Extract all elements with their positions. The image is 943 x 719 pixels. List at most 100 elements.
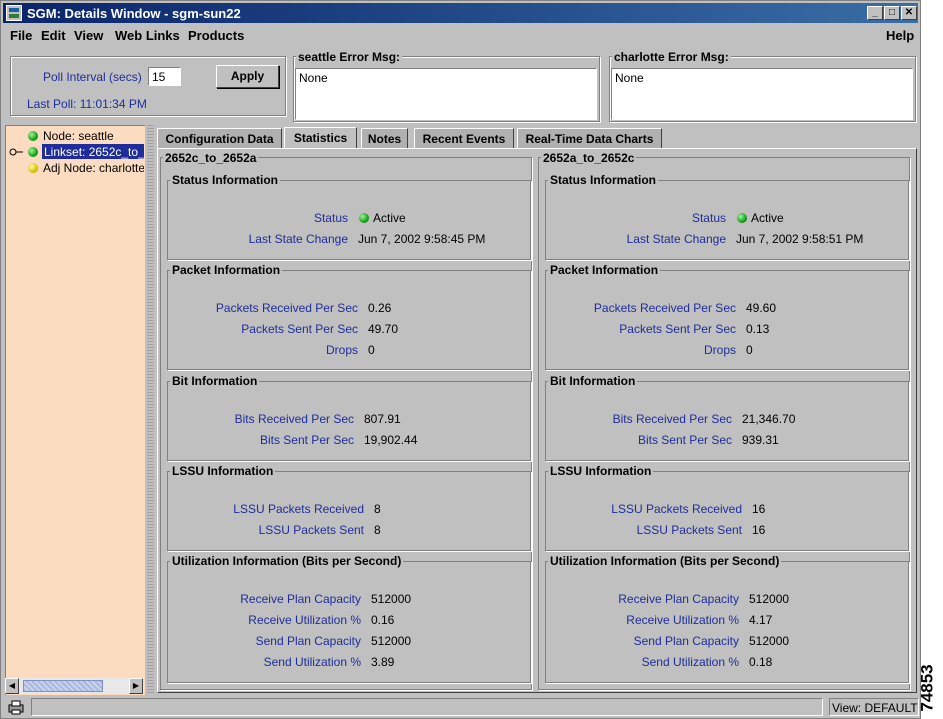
lssu-received-value: 16 xyxy=(752,502,766,516)
minimize-button[interactable]: _ xyxy=(867,6,883,20)
charlotte-error-title: charlotte Error Msg: xyxy=(612,50,731,64)
send-utilization-value: 0.18 xyxy=(749,655,773,669)
scroll-right-icon[interactable]: ▶ xyxy=(129,678,143,694)
tab-real-time-data-charts[interactable]: Real-Time Data Charts xyxy=(517,128,662,148)
packets-sent-label: Packets Sent Per Sec xyxy=(241,322,358,336)
status-section: Status Information Status Active Last St… xyxy=(545,173,909,260)
last-state-change-label: Last State Change xyxy=(626,232,726,246)
scroll-left-icon[interactable]: ◀ xyxy=(5,678,19,694)
tab-notes[interactable]: Notes xyxy=(361,128,408,148)
tab-recent-events[interactable]: Recent Events xyxy=(414,128,514,148)
poll-interval-input[interactable] xyxy=(148,67,181,86)
charlotte-error-text: None xyxy=(611,68,913,120)
receive-plan-capacity-label: Receive Plan Capacity xyxy=(618,592,739,606)
receive-utilization-value: 4.17 xyxy=(749,613,773,627)
printer-icon[interactable] xyxy=(7,699,25,715)
send-utilization-value: 3.89 xyxy=(371,655,395,669)
receive-plan-capacity-label: Receive Plan Capacity xyxy=(240,592,361,606)
status-value: Active xyxy=(751,211,784,225)
drops-value: 0 xyxy=(368,343,375,357)
bits-received-label: Bits Received Per Sec xyxy=(234,412,354,426)
lssu-received-label: LSSU Packets Received xyxy=(233,502,364,516)
lssu-section: LSSU Information LSSU Packets Received 8… xyxy=(167,464,531,551)
tree-connector-icon xyxy=(9,148,23,156)
status-bar: View: DEFAULT xyxy=(3,696,919,718)
status-dot-icon xyxy=(28,131,38,141)
link-panel-left: 2652c_to_2652a Status Information Status… xyxy=(160,151,532,690)
bits-received-label: Bits Received Per Sec xyxy=(612,412,732,426)
maximize-button[interactable]: □ xyxy=(884,6,900,20)
menu-file[interactable]: File xyxy=(10,28,32,43)
tree-item-adj-node-charlotte[interactable]: Adj Node: charlotte xyxy=(6,160,144,176)
packets-sent-value: 49.70 xyxy=(368,322,399,336)
receive-plan-capacity-value: 512000 xyxy=(371,592,412,606)
lssu-section: LSSU Information LSSU Packets Received 1… xyxy=(545,464,909,551)
packets-received-label: Packets Received Per Sec xyxy=(215,301,358,315)
lssu-received-value: 8 xyxy=(374,502,381,516)
drops-label: Drops xyxy=(325,343,358,357)
drops-value: 0 xyxy=(746,343,753,357)
packets-received-value: 0.26 xyxy=(368,301,392,315)
navigation-tree: Node: seattle Linkset: 2652c_to_ Adj Nod… xyxy=(5,125,145,695)
link-name: 2652c_to_2652a xyxy=(163,151,259,165)
status-message-field xyxy=(31,698,823,716)
tab-configuration-data[interactable]: Configuration Data xyxy=(157,128,282,148)
send-plan-capacity-label: Send Plan Capacity xyxy=(255,634,361,648)
status-label: Status xyxy=(313,211,348,225)
drops-label: Drops xyxy=(703,343,736,357)
utilization-section: Utilization Information (Bits per Second… xyxy=(167,554,531,683)
menu-products[interactable]: Products xyxy=(188,28,244,43)
lssu-sent-value: 8 xyxy=(374,523,381,537)
packet-section: Packet Information Packets Received Per … xyxy=(545,263,909,370)
packets-received-value: 49.60 xyxy=(746,301,777,315)
bits-sent-label: Bits Sent Per Sec xyxy=(637,433,732,447)
figure-id: 74853 xyxy=(917,664,937,712)
lssu-sent-label: LSSU Packets Sent xyxy=(636,523,742,537)
menu-bar: File Edit View Web Links Products Help xyxy=(3,25,918,45)
link-name: 2652a_to_2652c xyxy=(541,151,637,165)
lssu-sent-label: LSSU Packets Sent xyxy=(258,523,364,537)
receive-utilization-label: Receive Utilization % xyxy=(248,613,361,627)
close-button[interactable]: ✕ xyxy=(901,6,917,20)
status-dot-icon xyxy=(737,213,747,223)
title-bar[interactable]: SGM: Details Window - sgm-sun22 _ □ ✕ xyxy=(3,3,918,23)
menu-web-links[interactable]: Web Links xyxy=(115,28,180,43)
utilization-section: Utilization Information (Bits per Second… xyxy=(545,554,909,683)
send-plan-capacity-label: Send Plan Capacity xyxy=(633,634,739,648)
send-plan-capacity-value: 512000 xyxy=(371,634,412,648)
menu-help[interactable]: Help xyxy=(886,28,914,43)
status-dot-icon xyxy=(359,213,369,223)
status-dot-icon xyxy=(28,163,38,173)
receive-utilization-value: 0.16 xyxy=(371,613,395,627)
pane-splitter[interactable] xyxy=(147,125,154,695)
receive-plan-capacity-value: 512000 xyxy=(749,592,790,606)
tree-horizontal-scrollbar[interactable]: ◀ ▶ xyxy=(5,678,144,694)
menu-edit[interactable]: Edit xyxy=(41,28,66,43)
status-section: Status Information Status Active Last St… xyxy=(167,173,531,260)
seattle-error-text: None xyxy=(295,68,597,120)
last-poll-label: Last Poll: 11:01:34 PM xyxy=(27,97,147,111)
receive-utilization-label: Receive Utilization % xyxy=(626,613,739,627)
apply-button[interactable]: Apply xyxy=(216,65,279,88)
menu-view[interactable]: View xyxy=(74,28,103,43)
packets-received-label: Packets Received Per Sec xyxy=(593,301,736,315)
bits-sent-value: 939.31 xyxy=(742,433,779,447)
bits-received-value: 21,346.70 xyxy=(742,412,796,426)
scroll-thumb[interactable] xyxy=(23,680,103,692)
lssu-received-label: LSSU Packets Received xyxy=(611,502,742,516)
bits-received-value: 807.91 xyxy=(364,412,401,426)
poll-interval-label: Poll Interval (secs) xyxy=(43,70,142,84)
bits-sent-label: Bits Sent Per Sec xyxy=(259,433,354,447)
tab-statistics[interactable]: Statistics xyxy=(284,127,357,149)
bits-sent-value: 19,902.44 xyxy=(364,433,418,447)
packets-sent-value: 0.13 xyxy=(746,322,770,336)
tree-item-node-seattle[interactable]: Node: seattle xyxy=(6,128,144,144)
lssu-sent-value: 16 xyxy=(752,523,766,537)
details-window: SGM: Details Window - sgm-sun22 _ □ ✕ Fi… xyxy=(0,0,921,719)
tree-item-linkset[interactable]: Linkset: 2652c_to_ xyxy=(6,144,144,160)
last-state-change-label: Last State Change xyxy=(248,232,348,246)
send-utilization-label: Send Utilization % xyxy=(263,655,361,669)
view-indicator: View: DEFAULT xyxy=(829,698,919,716)
status-dot-icon xyxy=(28,147,38,157)
status-label: Status xyxy=(691,211,726,225)
